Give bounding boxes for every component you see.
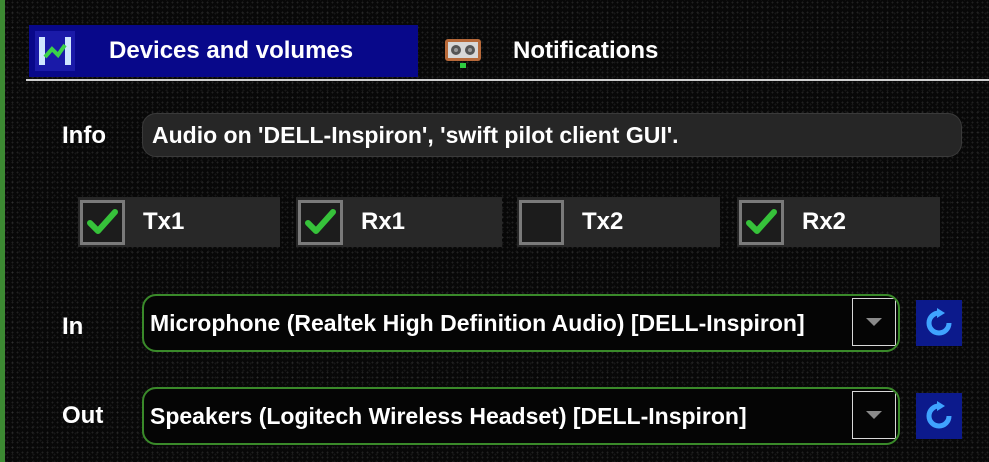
check-mark-icon	[87, 208, 118, 234]
checkbox-box[interactable]	[80, 199, 125, 245]
tab-notifications[interactable]: Notifications	[441, 25, 741, 77]
info-label: Info	[62, 122, 106, 149]
checkbox-box[interactable]	[739, 199, 784, 245]
input-device-select[interactable]: Microphone (Realtek High Definition Audi…	[142, 294, 900, 352]
output-device-select[interactable]: Speakers (Logitech Wireless Headset) [DE…	[142, 387, 900, 445]
input-device-label: In	[62, 313, 84, 340]
check-mark-icon	[746, 208, 777, 234]
checkbox-rx1[interactable]: Rx1	[296, 197, 502, 247]
speaker-icon	[443, 31, 483, 71]
refresh-icon	[926, 401, 952, 429]
checkbox-label: Rx1	[361, 208, 406, 235]
info-field: Audio on 'DELL-Inspiron', 'swift pilot c…	[142, 113, 962, 157]
checkbox-label: Tx1	[143, 208, 185, 235]
tab-label: Notifications	[513, 37, 659, 64]
checkbox-tx2[interactable]: Tx2	[517, 197, 720, 247]
refresh-output-button[interactable]	[916, 393, 962, 439]
checkbox-box[interactable]	[519, 199, 564, 245]
equalizer-icon	[35, 31, 75, 71]
checkbox-box[interactable]	[298, 199, 343, 245]
refresh-icon	[926, 308, 952, 336]
tab-underline	[26, 79, 989, 81]
chevron-down-icon[interactable]	[852, 298, 896, 346]
output-device-value: Speakers (Logitech Wireless Headset) [DE…	[150, 403, 747, 429]
tab-devices-and-volumes[interactable]: Devices and volumes	[29, 25, 418, 77]
checkbox-label: Tx2	[582, 208, 624, 235]
tab-label: Devices and volumes	[109, 37, 354, 64]
check-mark-icon	[305, 208, 336, 234]
refresh-input-button[interactable]	[916, 300, 962, 346]
chevron-down-icon[interactable]	[852, 391, 896, 439]
checkbox-label: Rx2	[802, 208, 847, 235]
window-left-border	[0, 0, 5, 462]
tab-bar: Devices and volumes Notifications	[26, 25, 989, 80]
input-device-value: Microphone (Realtek High Definition Audi…	[150, 310, 805, 336]
output-device-label: Out	[62, 402, 104, 429]
checkbox-tx1[interactable]: Tx1	[78, 197, 280, 247]
checkbox-rx2[interactable]: Rx2	[737, 197, 940, 247]
